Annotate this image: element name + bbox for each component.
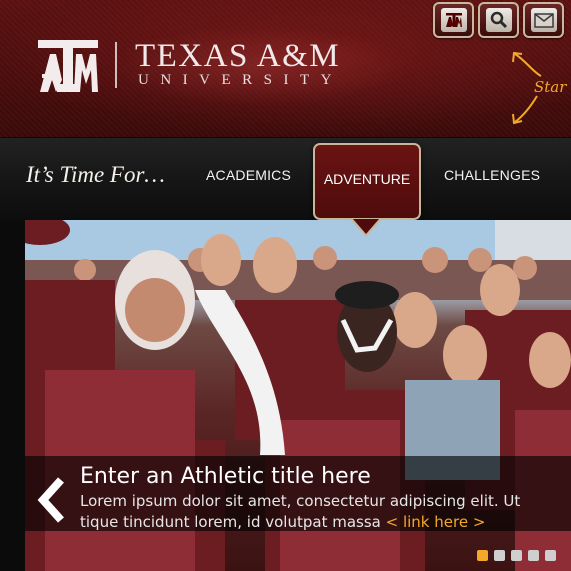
hero-body: Lorem ipsum dolor sit amet, consectetur … [80, 491, 568, 533]
slide-dot-4[interactable] [528, 550, 539, 561]
nav-item-challenges[interactable]: CHALLENGES [444, 167, 540, 183]
slide-pagination [477, 550, 556, 561]
nav-tagline: It’s Time For… [26, 162, 165, 187]
nav-item-academics[interactable]: ACADEMICS [206, 167, 291, 183]
hero-link[interactable]: < link here > [386, 513, 486, 531]
mail-button[interactable] [523, 2, 564, 38]
hero-body-line-1: Lorem ipsum dolor sit amet, consectetur … [80, 492, 521, 510]
slide-dot-1[interactable] [477, 550, 488, 561]
slide-dot-3[interactable] [511, 550, 522, 561]
magnifier-icon [485, 8, 512, 32]
active-tab-pointer [353, 219, 379, 234]
aggie-logo-button[interactable] [433, 2, 474, 38]
university-subtitle: UNIVERSITY [138, 72, 343, 88]
search-button[interactable] [478, 2, 519, 38]
slide-dot-5[interactable] [545, 550, 556, 561]
atm-logo-icon[interactable] [38, 40, 98, 92]
university-title[interactable]: TEXAS A&M [135, 38, 340, 75]
envelope-icon [530, 8, 557, 32]
nav-item-adventure-label: ADVENTURE [323, 171, 411, 187]
chevron-left-icon[interactable] [35, 476, 69, 524]
main-nav: It’s Time For… ACADEMICS ADVENTURE CHALL… [0, 138, 571, 220]
hero-title: Enter an Athletic title here [80, 464, 371, 489]
hero-caption: Enter an Athletic title here Lorem ipsum… [25, 456, 571, 531]
slide-dot-2[interactable] [494, 550, 505, 561]
atm-small-icon [440, 8, 467, 32]
logo-divider [115, 42, 117, 88]
hero-body-line-2: tique tincidunt lorem, id volutpat massa… [80, 512, 568, 533]
nav-item-adventure[interactable]: ADVENTURE [313, 143, 421, 220]
hero-body-line-2-text: tique tincidunt lorem, id volutpat massa [80, 513, 386, 531]
start-here-label: Star [534, 78, 567, 96]
site-header: TEXAS A&M UNIVERSITY Star [0, 0, 571, 138]
